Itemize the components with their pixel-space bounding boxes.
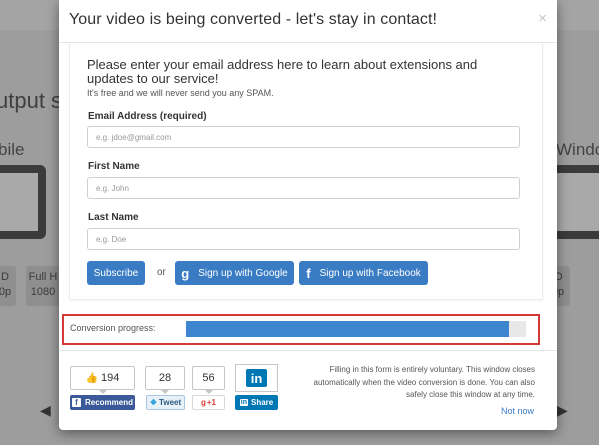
pill-line: D	[1, 271, 9, 283]
pill-line: 0p	[0, 286, 12, 298]
modal-title: Your video is being converted - let's st…	[69, 11, 438, 28]
twitter-bird-icon: ❖	[149, 398, 158, 407]
google-plus-icon: g	[200, 398, 206, 407]
linkedin-small-icon: in	[239, 399, 248, 406]
pill-line: Full H	[28, 271, 58, 283]
background-mobile-label: bile	[0, 140, 25, 159]
first-name-field[interactable]	[87, 177, 520, 199]
facebook-signup-button[interactable]: f Sign up with Facebook	[299, 261, 428, 285]
google-signup-button[interactable]: g Sign up with Google	[175, 261, 294, 285]
google-plus-label: +1	[206, 398, 216, 407]
linkedin-icon: in	[246, 369, 267, 387]
close-icon[interactable]: ×	[538, 11, 547, 26]
thumbs-up-icon: 👍	[85, 372, 99, 384]
spam-note: It's free and we will never send you any…	[87, 88, 274, 98]
linkedin-share-label: Share	[251, 398, 274, 407]
facebook-signup-label: Sign up with Facebook	[319, 267, 421, 279]
background-format-pill: Full H 1080	[26, 266, 60, 306]
google-plus-count: 56	[192, 366, 225, 394]
last-name-label: Last Name	[88, 212, 139, 223]
background-format-pill: D 0p	[0, 266, 16, 306]
first-name-label: First Name	[88, 161, 140, 172]
intro-text: Please enter your email address here to …	[87, 57, 478, 86]
facebook-recommend-label: Recommend	[84, 398, 133, 407]
modal-header: Your video is being converted - let's st…	[59, 0, 557, 43]
facebook-count-value: 194	[101, 372, 120, 384]
progress-track	[186, 321, 526, 337]
last-name-field[interactable]	[87, 228, 520, 250]
facebook-count: 👍 194	[70, 366, 135, 394]
tweet-label: Tweet	[159, 398, 182, 407]
tweet-button[interactable]: ❖ Tweet	[146, 395, 185, 410]
background-windows-label: Windo	[556, 140, 599, 159]
linkedin-share-button[interactable]: in Share	[235, 395, 278, 410]
disclaimer-text: Filling in this form is entirely volunta…	[313, 365, 535, 399]
twitter-count: 28	[145, 366, 185, 394]
signup-form: Please enter your email address here to …	[69, 43, 543, 300]
pill-line: 1080	[30, 286, 56, 298]
conversion-progress: Conversion progress:	[62, 314, 540, 345]
carousel-prev-icon: ◀	[40, 402, 51, 418]
google-icon: g	[181, 265, 190, 281]
linkedin-count: in	[235, 364, 278, 392]
progress-label: Conversion progress:	[70, 323, 156, 333]
email-label: Email Address (required)	[88, 111, 207, 122]
or-separator: or	[157, 267, 166, 278]
facebook-recommend-button[interactable]: f Recommend	[70, 395, 135, 410]
progress-fill	[186, 321, 509, 337]
facebook-icon: f	[306, 265, 311, 281]
facebook-icon: f	[71, 398, 81, 407]
carousel-next-icon: ▶	[557, 402, 568, 418]
twitter-count-value: 28	[158, 372, 172, 384]
android-device-icon	[0, 165, 46, 239]
contact-modal: Your video is being converted - let's st…	[59, 0, 557, 430]
not-now-link[interactable]: Not now	[501, 406, 534, 416]
google-plus-button[interactable]: g +1	[192, 395, 225, 410]
divider	[59, 350, 557, 351]
google-signup-label: Sign up with Google	[198, 267, 288, 279]
email-field[interactable]	[87, 126, 520, 148]
google-plus-count-value: 56	[202, 372, 215, 384]
subscribe-button[interactable]: Subscribe	[87, 261, 145, 285]
